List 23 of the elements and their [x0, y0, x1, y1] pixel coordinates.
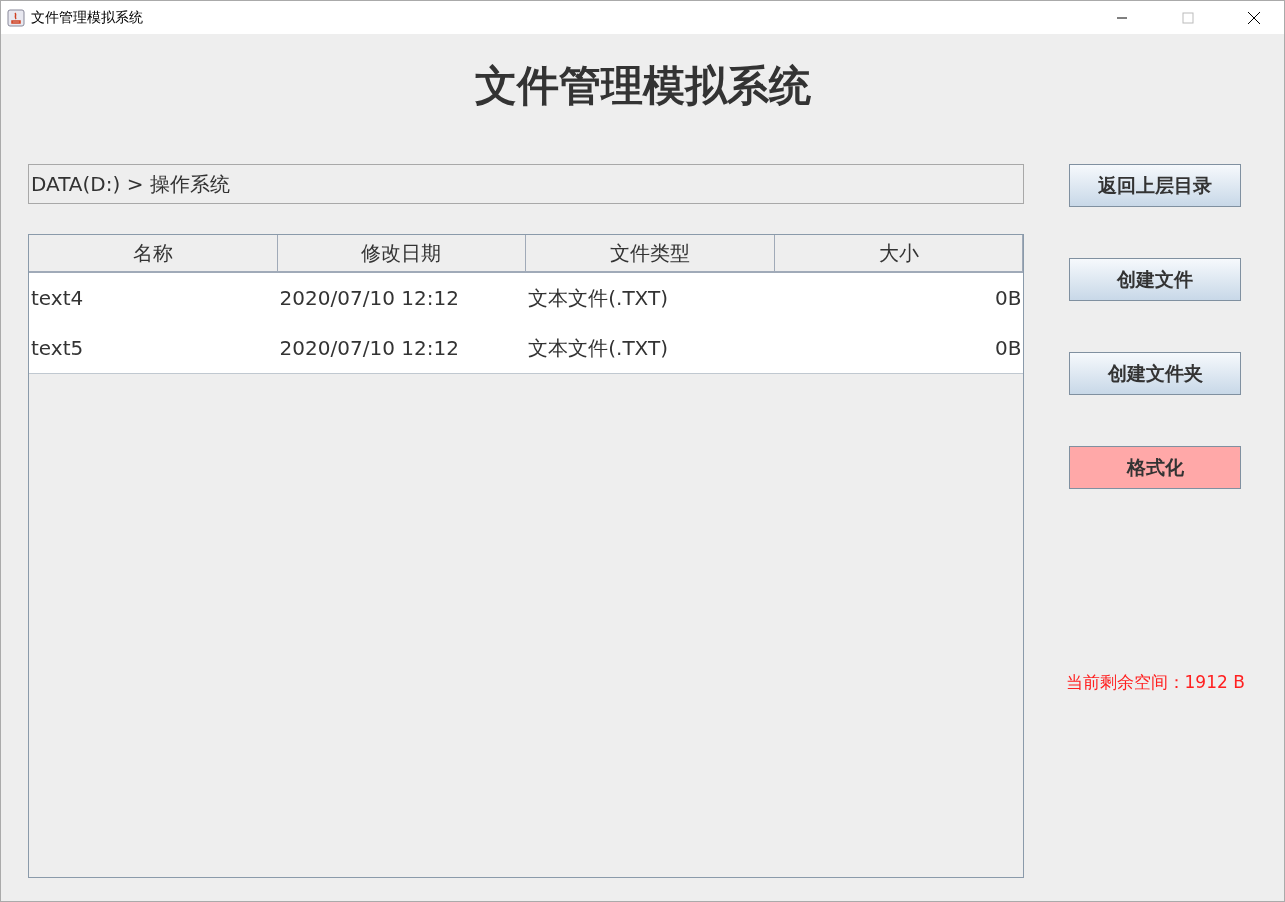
maximize-icon	[1182, 11, 1194, 24]
table-cell-text: text4	[30, 285, 85, 312]
path-field[interactable]: DATA(D:) > 操作系统	[28, 164, 1025, 204]
free-space-label: 当前剩余空间：1912 B	[1065, 671, 1245, 694]
window-title: 文件管理模拟系统	[31, 8, 144, 27]
table-cell-text: 2020/07/10 12:12	[278, 285, 460, 312]
column-header[interactable]: 大小	[774, 235, 1024, 271]
table-cell-text: 文本文件(.TXT)	[527, 334, 669, 362]
action-button[interactable]: 创建文件夹	[1069, 352, 1242, 395]
column-header[interactable]: 名称	[29, 235, 278, 271]
table-cell-text: 2020/07/10 12:12	[278, 335, 460, 362]
column-header[interactable]: 文件类型	[526, 235, 775, 271]
table-cell-text: text5	[30, 335, 85, 362]
column-header[interactable]: 修改日期	[277, 235, 527, 271]
table-cell-text: 文本文件(.TXT)	[527, 284, 669, 312]
action-button[interactable]: 返回上层目录	[1069, 164, 1242, 207]
close-icon	[1247, 10, 1261, 25]
app-icon	[7, 8, 25, 27]
format-button[interactable]: 格式化	[1069, 446, 1242, 489]
action-button[interactable]: 创建文件	[1069, 258, 1242, 301]
table-cell-text: 0B	[994, 335, 1023, 362]
table-cell-text: 0B	[994, 285, 1023, 312]
page-heading: 文件管理模拟系统	[474, 60, 811, 112]
